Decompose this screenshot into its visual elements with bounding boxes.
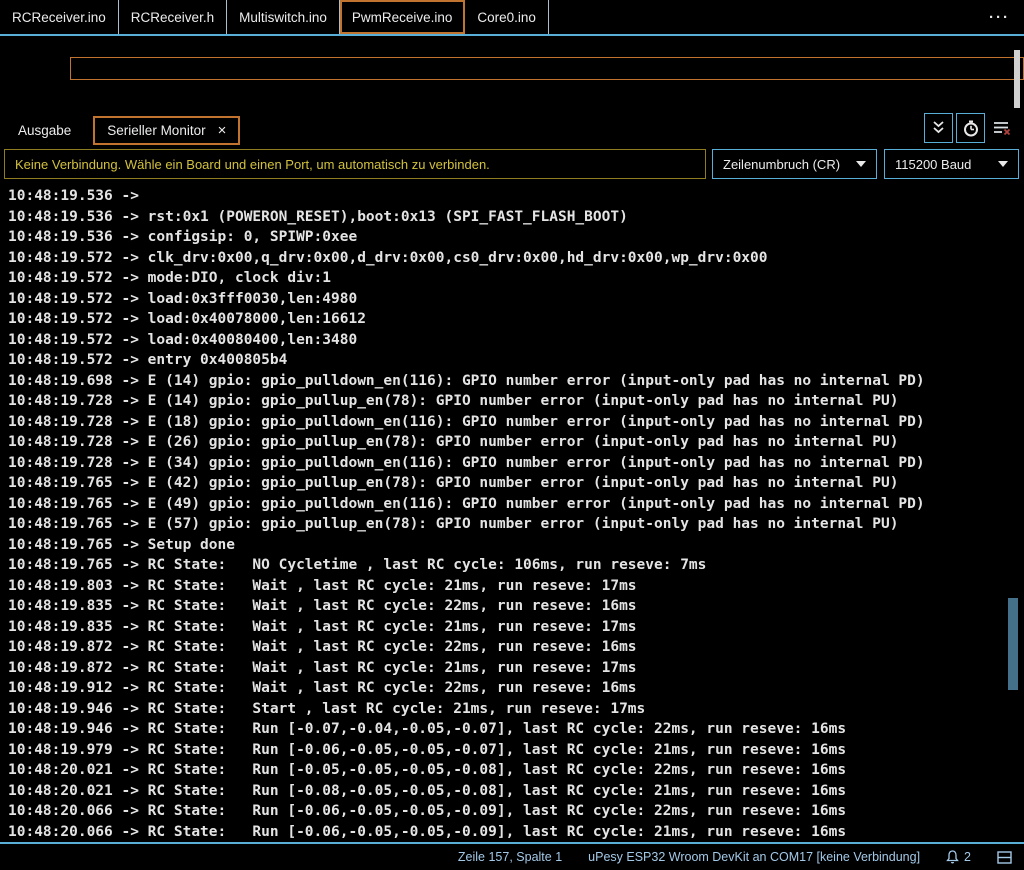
serial-line: 10:48:19.872 -> RC State: Wait , last RC… (8, 637, 1024, 658)
serial-line: 10:48:19.536 -> rst:0x1 (POWERON_RESET),… (8, 207, 1024, 228)
serial-line: 10:48:19.698 -> E (14) gpio: gpio_pulldo… (8, 371, 1024, 392)
clear-output-icon (993, 120, 1011, 136)
editor-scrollbar[interactable] (1014, 50, 1020, 108)
serial-monitor-toolbar: Zeilenumbruch (CR) 115200 Baud (0, 148, 1024, 183)
serial-line: 10:48:20.066 -> RC State: Run [-0.06,-0.… (8, 822, 1024, 843)
code-editor[interactable]: 156 //#define DEBUG_RMT 1 // debuging fl… (0, 36, 1024, 110)
close-icon[interactable]: × (218, 123, 227, 138)
toggle-timestamp-button[interactable] (956, 113, 985, 143)
serial-line: 10:48:19.835 -> RC State: Wait , last RC… (8, 617, 1024, 638)
serial-line: 10:48:19.765 -> E (49) gpio: gpio_pulldo… (8, 494, 1024, 515)
serial-line: 10:48:19.536 -> (8, 186, 1024, 207)
serial-line: 10:48:19.728 -> E (18) gpio: gpio_pulldo… (8, 412, 1024, 433)
serial-line: 10:48:19.946 -> RC State: Run [-0.07,-0.… (8, 719, 1024, 740)
status-bar: Zeile 157, Spalte 1 uPesy ESP32 Wroom De… (0, 842, 1024, 870)
tab-label: Multiswitch.ino (239, 10, 327, 25)
serial-line: 10:48:19.912 -> RC State: Wait , last RC… (8, 678, 1024, 699)
code-line-active: 157 #define DEBUG_SM 1 // debuging flag … (0, 58, 1024, 80)
tab-overflow-menu-icon[interactable]: ··· (983, 0, 1016, 34)
chevron-down-icon (998, 161, 1008, 167)
serial-line: 10:48:19.572 -> load:0x3fff0030,len:4980 (8, 289, 1024, 310)
scroll-to-bottom-button[interactable] (924, 113, 953, 143)
panel-layout-icon (997, 851, 1012, 864)
board-port-info[interactable]: uPesy ESP32 Wroom DevKit an COM17 [keine… (588, 850, 920, 864)
serial-line: 10:48:19.572 -> mode:DIO, clock div:1 (8, 268, 1024, 289)
serial-line: 10:48:20.021 -> RC State: Run [-0.08,-0.… (8, 781, 1024, 802)
serial-line: 10:48:19.872 -> RC State: Wait , last RC… (8, 658, 1024, 679)
editor-tab-rcreceiver-h[interactable]: RCReceiver.h (119, 0, 227, 34)
chevron-down-icon (856, 161, 866, 167)
editor-tab-core0-ino[interactable]: Core0.ino (465, 0, 549, 34)
panel-tab-label: Serieller Monitor (107, 123, 205, 138)
notifications-button[interactable]: 2 (946, 850, 971, 864)
serial-output-log[interactable]: 10:48:19.536 -> 10:48:19.536 -> rst:0x1 … (0, 183, 1024, 842)
serial-line: 10:48:19.536 -> configsip: 0, SPIWP:0xee (8, 227, 1024, 248)
notification-count: 2 (964, 850, 971, 864)
serial-line: 10:48:19.728 -> E (14) gpio: gpio_pullup… (8, 391, 1024, 412)
editor-tab-rcreceiver-ino[interactable]: RCReceiver.ino (0, 0, 119, 34)
panel-tab-bar: Ausgabe Serieller Monitor × (0, 112, 1024, 148)
panel-tab-output[interactable]: Ausgabe (10, 117, 79, 144)
serial-line: 10:48:19.765 -> E (42) gpio: gpio_pullup… (8, 473, 1024, 494)
serial-line: 10:48:19.803 -> RC State: Wait , last RC… (8, 576, 1024, 597)
serial-line: 10:48:19.835 -> RC State: Wait , last RC… (8, 596, 1024, 617)
serial-line: 10:48:19.728 -> E (34) gpio: gpio_pulldo… (8, 453, 1024, 474)
baud-rate-value: 115200 Baud (895, 157, 971, 172)
editor-tab-multiswitch-ino[interactable]: Multiswitch.ino (227, 0, 340, 34)
editor-tab-bar: RCReceiver.ino RCReceiver.h Multiswitch.… (0, 0, 1024, 36)
tab-label: PwmReceive.ino (352, 10, 453, 25)
serial-line: 10:48:19.946 -> RC State: Start , last R… (8, 699, 1024, 720)
serial-line: 10:48:19.572 -> load:0x40080400,len:3480 (8, 330, 1024, 351)
serial-output-scrollbar[interactable] (1008, 598, 1018, 690)
timestamp-clock-icon (963, 120, 979, 137)
toggle-panel-button[interactable] (997, 851, 1012, 864)
double-chevron-down-icon (931, 121, 946, 135)
code-line: 156 //#define DEBUG_RMT 1 // debuging fl… (0, 37, 1024, 59)
serial-line: 10:48:19.979 -> RC State: Run [-0.06,-0.… (8, 740, 1024, 761)
serial-line: 10:48:19.765 -> Setup done (8, 535, 1024, 556)
editor-tab-pwmreceive-ino[interactable]: PwmReceive.ino (340, 0, 466, 34)
clear-output-button[interactable] (988, 113, 1016, 143)
tab-label: RCReceiver.ino (12, 10, 106, 25)
bell-icon (946, 850, 959, 864)
serial-line: 10:48:20.021 -> RC State: Run [-0.05,-0.… (8, 760, 1024, 781)
serial-line: 10:48:20.066 -> RC State: Run [-0.06,-0.… (8, 801, 1024, 822)
panel-toolbar-icons (924, 113, 1016, 143)
cursor-position[interactable]: Zeile 157, Spalte 1 (458, 850, 562, 864)
serial-line: 10:48:19.765 -> E (57) gpio: gpio_pullup… (8, 514, 1024, 535)
tab-label: Core0.ino (477, 10, 536, 25)
code-line: 158 //#define CHANNEL_DEBUG 1 // debugin… (0, 80, 1024, 102)
serial-line: 10:48:19.728 -> E (26) gpio: gpio_pullup… (8, 432, 1024, 453)
code-line: 159 //#define DEBUG_SCAT 1 // debuging f… (0, 101, 1024, 110)
serial-message-input[interactable] (4, 149, 706, 179)
serial-line: 10:48:19.765 -> RC State: NO Cycletime ,… (8, 555, 1024, 576)
serial-line: 10:48:19.572 -> load:0x40078000,len:1661… (8, 309, 1024, 330)
baud-rate-dropdown[interactable]: 115200 Baud (884, 149, 1019, 179)
serial-line: 10:48:19.572 -> entry 0x400805b4 (8, 350, 1024, 371)
panel-tab-serial-monitor[interactable]: Serieller Monitor × (93, 116, 240, 145)
arduino-ide-window: RCReceiver.ino RCReceiver.h Multiswitch.… (0, 0, 1024, 870)
serial-line: 10:48:19.572 -> clk_drv:0x00,q_drv:0x00,… (8, 248, 1024, 269)
line-ending-dropdown[interactable]: Zeilenumbruch (CR) (712, 149, 877, 179)
tab-label: RCReceiver.h (131, 10, 214, 25)
line-ending-value: Zeilenumbruch (CR) (723, 157, 840, 172)
